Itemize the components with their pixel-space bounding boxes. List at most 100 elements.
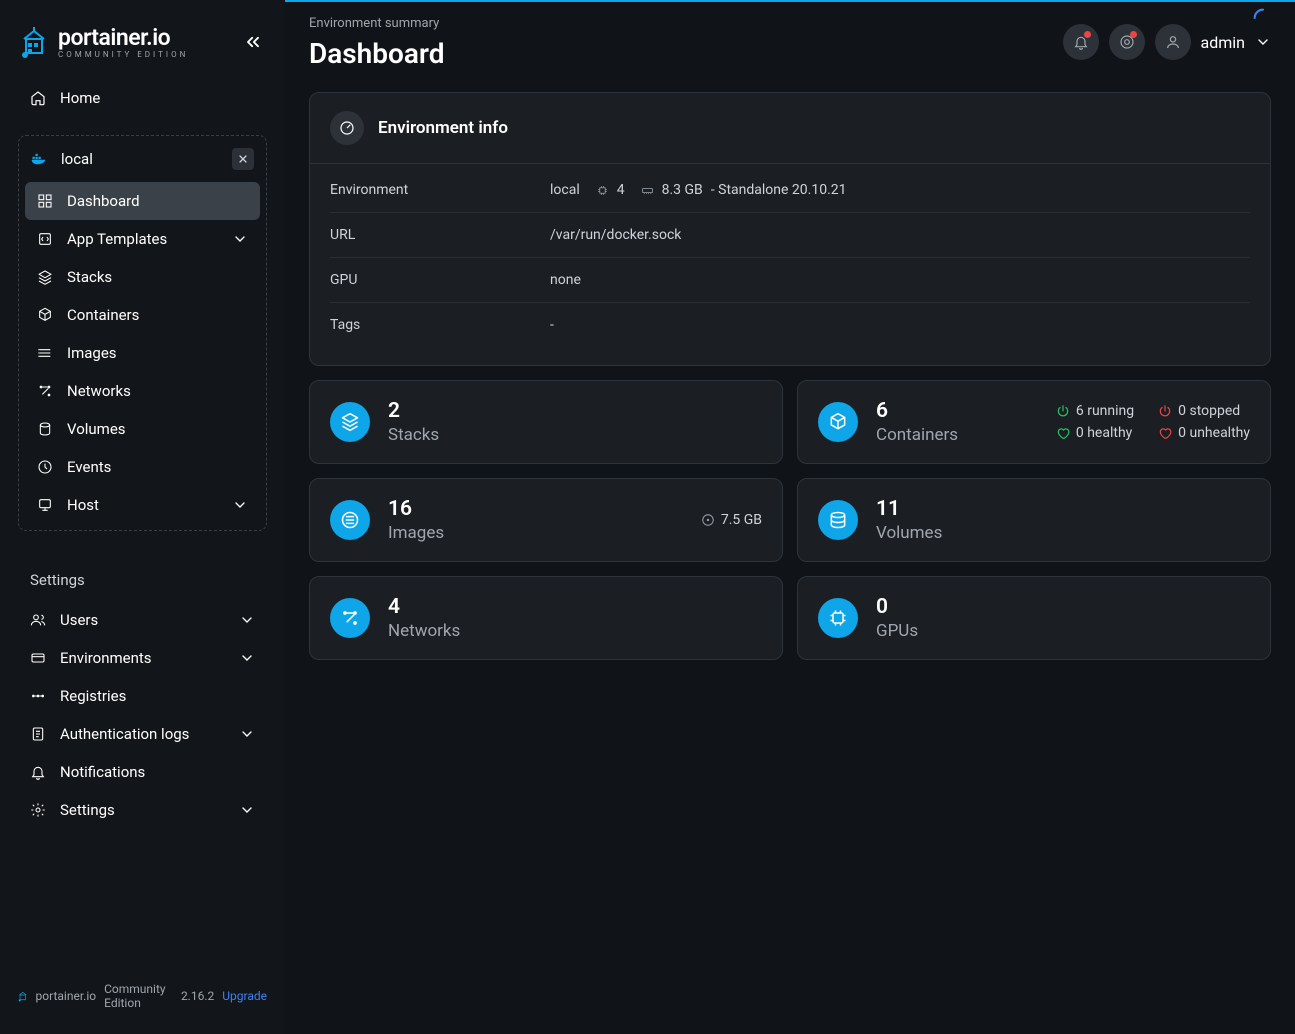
brand-name: portainer.io (58, 26, 188, 49)
user-menu[interactable]: admin (1155, 24, 1271, 60)
sidebar-item-notifications[interactable]: Notifications (18, 753, 267, 791)
sidebar-item-authentication-logs[interactable]: Authentication logs (18, 715, 267, 753)
tile-images[interactable]: 16Images 7.5 GB (309, 478, 783, 562)
sidebar-item-networks[interactable]: Networks (25, 372, 260, 410)
environment-header[interactable]: local (19, 136, 266, 182)
host-icon (37, 497, 53, 513)
tile-volumes[interactable]: 11Volumes (797, 478, 1271, 562)
authlogs-icon (30, 726, 46, 742)
portainer-logo-icon (20, 25, 48, 59)
info-value: - (550, 317, 1250, 333)
sidebar-item-containers[interactable]: Containers (25, 296, 260, 334)
sidebar-item-label: Users (60, 611, 225, 629)
environment-box: local Dashboard App Templates Stacks Contai… (18, 135, 267, 531)
logo[interactable]: portainer.io COMMUNITY EDITION (20, 25, 188, 59)
volumes-icon (37, 421, 53, 437)
sidebar-item-settings[interactable]: Settings (18, 791, 267, 829)
chevron-down-icon (239, 726, 255, 742)
users-icon (30, 612, 46, 628)
sidebar-item-label: Events (67, 458, 248, 476)
sidebar-item-users[interactable]: Users (18, 601, 267, 639)
sidebar-footer: portainer.io Community Edition 2.16.2 Up… (0, 966, 285, 1034)
sidebar-item-label: App Templates (67, 230, 218, 248)
sidebar-item-label: Containers (67, 306, 248, 324)
sidebar-item-images[interactable]: Images (25, 334, 260, 372)
settings-icon (30, 802, 46, 818)
sidebar-item-home[interactable]: Home (18, 79, 267, 117)
info-row: URL/var/run/docker.sock (330, 213, 1250, 258)
tile-containers[interactable]: 6Containers 6 running 0 stopped 0 health… (797, 380, 1271, 464)
upgrade-link[interactable]: Upgrade (222, 989, 267, 1003)
sidebar-item-stacks[interactable]: Stacks (25, 258, 260, 296)
dashboard-icon (37, 193, 53, 209)
settings-section-title: Settings (0, 543, 285, 601)
sidebar-item-label: Registries (60, 687, 255, 705)
heart-icon (1158, 426, 1172, 440)
networks-count: 4 (388, 595, 460, 619)
registries-icon (30, 688, 46, 704)
images-label: Images (388, 523, 444, 543)
docker-whale-icon (31, 152, 49, 166)
tile-stacks[interactable]: 2Stacks (309, 380, 783, 464)
help-dot (1130, 31, 1137, 38)
containers-count: 6 (876, 399, 958, 423)
sidebar-item-events[interactable]: Events (25, 448, 260, 486)
tile-gpus[interactable]: 0GPUs (797, 576, 1271, 660)
sidebar-item-label: Networks (67, 382, 248, 400)
environment-name: local (61, 150, 93, 168)
gpus-count: 0 (876, 595, 918, 619)
sidebar-item-label: Dashboard (67, 192, 248, 210)
networks-label: Networks (388, 621, 460, 641)
notification-dot (1084, 31, 1091, 38)
sidebar-collapse-button[interactable] (241, 30, 265, 54)
gauge-icon-wrap (330, 111, 364, 145)
page-title: Dashboard (309, 37, 445, 70)
info-row: Environmentlocal 4 8.3 GB - Standalone 2… (330, 168, 1250, 213)
gpus-label: GPUs (876, 621, 918, 641)
sidebar-item-label: Authentication logs (60, 725, 225, 743)
loading-arc-icon (1253, 8, 1273, 28)
networks-icon (330, 598, 370, 638)
sidebar-item-app-templates[interactable]: App Templates (25, 220, 260, 258)
username: admin (1201, 33, 1245, 52)
stacks-icon (330, 402, 370, 442)
sidebar-item-dashboard[interactable]: Dashboard (25, 182, 260, 220)
images-size: 7.5 GB (701, 512, 762, 528)
environments-icon (30, 650, 46, 666)
tile-networks[interactable]: 4Networks (309, 576, 783, 660)
close-icon (237, 153, 249, 165)
memory-icon (641, 184, 654, 197)
sidebar-item-label: Host (67, 496, 218, 514)
sidebar-item-registries[interactable]: Registries (18, 677, 267, 715)
home-icon (30, 90, 46, 106)
gauge-icon (339, 120, 355, 136)
footer-version: 2.16.2 (181, 989, 214, 1003)
notifications-button[interactable] (1063, 24, 1099, 60)
notifications-icon (30, 764, 46, 780)
sidebar-item-label: Settings (60, 801, 225, 819)
containers-label: Containers (876, 425, 958, 445)
power-icon (1056, 404, 1070, 418)
info-label: URL (330, 227, 550, 243)
info-value: none (550, 272, 1250, 288)
sidebar-item-volumes[interactable]: Volumes (25, 410, 260, 448)
environment-info-panel: Environment info Environmentlocal 4 8.3 … (309, 92, 1271, 366)
events-icon (37, 459, 53, 475)
chevron-down-icon (232, 497, 248, 513)
main: Environment summary Dashboard admin (285, 0, 1295, 1034)
info-value: local 4 8.3 GB - Standalone 20.10.21 (550, 182, 1250, 198)
sidebar-item-environments[interactable]: Environments (18, 639, 267, 677)
power-icon (1158, 404, 1172, 418)
volumes-label: Volumes (876, 523, 942, 543)
footer-brand: portainer.io (36, 989, 97, 1003)
sidebar-item-label: Environments (60, 649, 225, 667)
gpus-icon (818, 598, 858, 638)
sidebar-item-host[interactable]: Host (25, 486, 260, 524)
help-button[interactable] (1109, 24, 1145, 60)
environment-close-button[interactable] (232, 148, 254, 170)
info-row: Tags- (330, 303, 1250, 347)
volumes-count: 11 (876, 497, 942, 521)
info-label: Environment (330, 182, 550, 198)
info-label: GPU (330, 272, 550, 288)
containers-running: 6 running (1056, 403, 1134, 419)
